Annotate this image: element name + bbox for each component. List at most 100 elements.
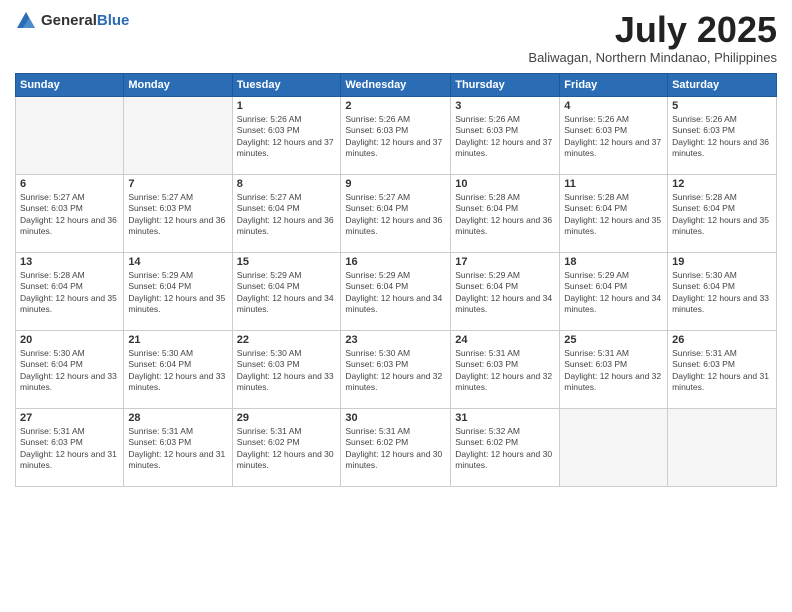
- calendar-header-monday: Monday: [124, 73, 232, 96]
- calendar-day: 1 Sunrise: 5:26 AM Sunset: 6:03 PM Daylig…: [232, 96, 341, 174]
- day-number: 17: [455, 256, 555, 268]
- day-number: 27: [20, 412, 119, 424]
- calendar-day: 11Sunrise: 5:28 AM Sunset: 6:04 PM Dayli…: [560, 174, 668, 252]
- logo-blue: Blue: [97, 12, 130, 29]
- calendar-day: 18 Sunrise: 5:29 AM Sunset: 6:04 PM Dayli…: [560, 252, 668, 330]
- calendar-week-row: 6 Sunrise: 5:27 AM Sunset: 6:03 PM Daylig…: [16, 174, 777, 252]
- day-number: 12: [672, 178, 772, 190]
- day-info: Sunrise: 5:31 AM Sunset: 6:03 PM Dayligh…: [455, 348, 555, 394]
- day-info: Sunrise: 5:31 AM Sunset: 6:03 PM Dayligh…: [564, 348, 663, 394]
- day-number: 3: [455, 100, 555, 112]
- calendar-day: 4 Sunrise: 5:26 AM Sunset: 6:03 PM Daylig…: [560, 96, 668, 174]
- day-number: 9: [345, 178, 446, 190]
- day-info: Sunrise: 5:30 AM Sunset: 6:03 PM Dayligh…: [237, 348, 337, 394]
- calendar-day: 29 Sunrise: 5:31 AM Sunset: 6:02 PM Dayli…: [232, 408, 341, 486]
- day-number: 18: [564, 256, 663, 268]
- month-year: July 2025: [528, 10, 777, 50]
- day-info: Sunrise: 5:28 AM Sunset: 6:04 PM Dayligh…: [672, 192, 772, 238]
- calendar-day: 7 Sunrise: 5:27 AM Sunset: 6:03 PM Daylig…: [124, 174, 232, 252]
- calendar-week-row: 20 Sunrise: 5:30 AM Sunset: 6:04 PM Dayli…: [16, 330, 777, 408]
- calendar-header-saturday: Saturday: [668, 73, 777, 96]
- day-number: 10: [455, 178, 555, 190]
- calendar-day: 9 Sunrise: 5:27 AM Sunset: 6:04 PM Daylig…: [341, 174, 451, 252]
- day-number: 25: [564, 334, 663, 346]
- calendar-day: 27 Sunrise: 5:31 AM Sunset: 6:03 PM Dayli…: [16, 408, 124, 486]
- day-number: 26: [672, 334, 772, 346]
- calendar-day: 31 Sunrise: 5:32 AM Sunset: 6:02 PM Dayli…: [451, 408, 560, 486]
- calendar-day: 26Sunrise: 5:31 AM Sunset: 6:03 PM Dayli…: [668, 330, 777, 408]
- calendar-day: 24 Sunrise: 5:31 AM Sunset: 6:03 PM Dayli…: [451, 330, 560, 408]
- calendar-day: 12 Sunrise: 5:28 AM Sunset: 6:04 PM Dayli…: [668, 174, 777, 252]
- calendar-day: 21 Sunrise: 5:30 AM Sunset: 6:04 PM Dayli…: [124, 330, 232, 408]
- day-info: Sunrise: 5:26 AM Sunset: 6:03 PM Dayligh…: [672, 114, 772, 160]
- day-number: 24: [455, 334, 555, 346]
- day-number: 29: [237, 412, 337, 424]
- calendar-header-tuesday: Tuesday: [232, 73, 341, 96]
- day-number: 31: [455, 412, 555, 424]
- day-info: Sunrise: 5:28 AM Sunset: 6:04 PM Dayligh…: [455, 192, 555, 238]
- calendar-week-row: 13Sunrise: 5:28 AM Sunset: 6:04 PM Dayli…: [16, 252, 777, 330]
- logo: GeneralBlue: [15, 10, 129, 32]
- day-number: 28: [128, 412, 227, 424]
- day-number: 16: [345, 256, 446, 268]
- calendar-day: 20 Sunrise: 5:30 AM Sunset: 6:04 PM Dayli…: [16, 330, 124, 408]
- day-info: Sunrise: 5:30 AM Sunset: 6:04 PM Dayligh…: [20, 348, 119, 394]
- day-number: 4: [564, 100, 663, 112]
- day-number: 6: [20, 178, 119, 190]
- calendar-day: 30 Sunrise: 5:31 AM Sunset: 6:02 PM Dayli…: [341, 408, 451, 486]
- calendar-week-row: 1 Sunrise: 5:26 AM Sunset: 6:03 PM Daylig…: [16, 96, 777, 174]
- calendar-day: 14 Sunrise: 5:29 AM Sunset: 6:04 PM Dayli…: [124, 252, 232, 330]
- calendar-day: [124, 96, 232, 174]
- day-info: Sunrise: 5:29 AM Sunset: 6:04 PM Dayligh…: [564, 270, 663, 316]
- calendar-day: 16 Sunrise: 5:29 AM Sunset: 6:04 PM Dayli…: [341, 252, 451, 330]
- calendar-day: 8Sunrise: 5:27 AM Sunset: 6:04 PM Daylig…: [232, 174, 341, 252]
- day-number: 20: [20, 334, 119, 346]
- day-info: Sunrise: 5:31 AM Sunset: 6:02 PM Dayligh…: [237, 426, 337, 472]
- day-info: Sunrise: 5:31 AM Sunset: 6:02 PM Dayligh…: [345, 426, 446, 472]
- day-number: 7: [128, 178, 227, 190]
- calendar-header-friday: Friday: [560, 73, 668, 96]
- calendar-day: 22 Sunrise: 5:30 AM Sunset: 6:03 PM Dayli…: [232, 330, 341, 408]
- day-info: Sunrise: 5:32 AM Sunset: 6:02 PM Dayligh…: [455, 426, 555, 472]
- calendar-day: 19 Sunrise: 5:30 AM Sunset: 6:04 PM Dayli…: [668, 252, 777, 330]
- calendar-day: [668, 408, 777, 486]
- logo-text: GeneralBlue: [41, 12, 129, 30]
- day-info: Sunrise: 5:27 AM Sunset: 6:03 PM Dayligh…: [20, 192, 119, 238]
- day-info: Sunrise: 5:26 AM Sunset: 6:03 PM Dayligh…: [564, 114, 663, 160]
- calendar-day: 17Sunrise: 5:29 AM Sunset: 6:04 PM Dayli…: [451, 252, 560, 330]
- day-info: Sunrise: 5:29 AM Sunset: 6:04 PM Dayligh…: [128, 270, 227, 316]
- day-info: Sunrise: 5:26 AM Sunset: 6:03 PM Dayligh…: [345, 114, 446, 160]
- calendar-week-row: 27 Sunrise: 5:31 AM Sunset: 6:03 PM Dayli…: [16, 408, 777, 486]
- calendar-day: 13Sunrise: 5:28 AM Sunset: 6:04 PM Dayli…: [16, 252, 124, 330]
- day-number: 8: [237, 178, 337, 190]
- calendar-day: 25 Sunrise: 5:31 AM Sunset: 6:03 PM Dayli…: [560, 330, 668, 408]
- header: GeneralBlue July 2025 Baliwagan, Norther…: [15, 10, 777, 65]
- day-number: 14: [128, 256, 227, 268]
- calendar-day: 6 Sunrise: 5:27 AM Sunset: 6:03 PM Daylig…: [16, 174, 124, 252]
- day-number: 19: [672, 256, 772, 268]
- day-info: Sunrise: 5:31 AM Sunset: 6:03 PM Dayligh…: [20, 426, 119, 472]
- day-info: Sunrise: 5:27 AM Sunset: 6:03 PM Dayligh…: [128, 192, 227, 238]
- calendar-day: 5Sunrise: 5:26 AM Sunset: 6:03 PM Daylig…: [668, 96, 777, 174]
- day-number: 13: [20, 256, 119, 268]
- day-info: Sunrise: 5:26 AM Sunset: 6:03 PM Dayligh…: [237, 114, 337, 160]
- logo-general: General: [41, 12, 97, 29]
- day-info: Sunrise: 5:30 AM Sunset: 6:04 PM Dayligh…: [672, 270, 772, 316]
- day-info: Sunrise: 5:29 AM Sunset: 6:04 PM Dayligh…: [345, 270, 446, 316]
- calendar-table: SundayMondayTuesdayWednesdayThursdayFrid…: [15, 73, 777, 487]
- calendar-day: [560, 408, 668, 486]
- day-info: Sunrise: 5:30 AM Sunset: 6:04 PM Dayligh…: [128, 348, 227, 394]
- day-info: Sunrise: 5:26 AM Sunset: 6:03 PM Dayligh…: [455, 114, 555, 160]
- logo-icon: [15, 10, 37, 32]
- day-number: 30: [345, 412, 446, 424]
- day-info: Sunrise: 5:30 AM Sunset: 6:03 PM Dayligh…: [345, 348, 446, 394]
- location: Baliwagan, Northern Mindanao, Philippine…: [528, 50, 777, 65]
- day-number: 22: [237, 334, 337, 346]
- day-number: 2: [345, 100, 446, 112]
- day-info: Sunrise: 5:27 AM Sunset: 6:04 PM Dayligh…: [345, 192, 446, 238]
- day-number: 11: [564, 178, 663, 190]
- calendar-day: 10 Sunrise: 5:28 AM Sunset: 6:04 PM Dayli…: [451, 174, 560, 252]
- calendar-header-sunday: Sunday: [16, 73, 124, 96]
- day-number: 1: [237, 100, 337, 112]
- day-number: 21: [128, 334, 227, 346]
